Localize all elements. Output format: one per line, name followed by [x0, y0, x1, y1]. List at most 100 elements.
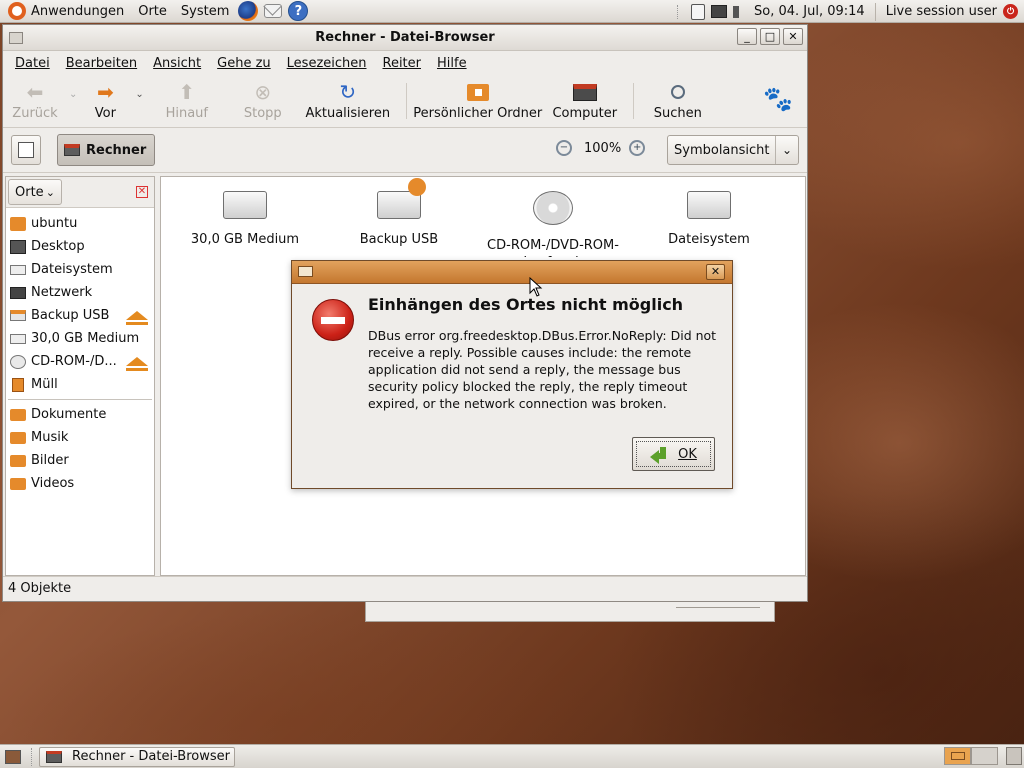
sidebar-item-label: Backup USB	[31, 308, 110, 323]
toggle-location-entry-button[interactable]	[11, 135, 41, 165]
computer-icon	[46, 750, 62, 763]
top-panel: Anwendungen Orte System ? So, 04. Jul, 0…	[0, 0, 1024, 23]
trash-applet-icon[interactable]	[1006, 747, 1022, 765]
menu-applications[interactable]: Anwendungen	[31, 0, 131, 23]
search-button[interactable]: Suchen	[640, 75, 716, 121]
eject-icon[interactable]	[126, 311, 148, 325]
menu-bearbeiten[interactable]: Bearbeiten	[66, 56, 137, 71]
minimize-button[interactable]: _	[737, 28, 757, 45]
sidebar-mode-select[interactable]: Orte ⌄	[8, 179, 62, 205]
sidebar-item-label: Dateisystem	[31, 262, 113, 277]
sidebar-item-desktop[interactable]: Desktop	[6, 235, 154, 258]
stop-label: Stopp	[243, 106, 282, 121]
sidebar-item-network[interactable]: Netzwerk	[6, 281, 154, 304]
computer-button[interactable]: Computer	[543, 75, 627, 121]
zoom-in-icon[interactable]: +	[629, 140, 646, 156]
sidebar-item-label: CD-ROM-/D...	[31, 354, 117, 369]
menu-hilfe[interactable]: Hilfe	[437, 56, 467, 71]
path-button-label: Rechner	[86, 142, 147, 158]
sidebar-header: Orte ⌄ ✕	[6, 177, 154, 208]
stop-button[interactable]: ⊗ Stopp	[230, 75, 296, 121]
back-label: Zurück	[12, 106, 58, 121]
forward-button[interactable]: ➡ Vor	[77, 75, 133, 121]
panel-separator	[677, 4, 682, 19]
eject-icon[interactable]	[126, 357, 148, 371]
dialog-titlebar[interactable]: ✕	[292, 261, 732, 284]
path-button-rechner[interactable]: Rechner	[57, 134, 156, 166]
clipboard-icon[interactable]	[691, 3, 705, 20]
error-dialog: ✕ Einhängen des Ortes nicht möglich DBus…	[291, 260, 733, 489]
folder-icon	[10, 431, 26, 444]
sidebar-item-videos[interactable]: Videos	[6, 472, 154, 495]
back-button[interactable]: ⬅ Zurück	[3, 75, 67, 121]
show-desktop-icon[interactable]	[5, 749, 21, 764]
home-button[interactable]: Persönlicher Ordner	[413, 75, 543, 121]
taskbar-item-file-browser[interactable]: Rechner - Datei-Browser	[39, 746, 235, 767]
zoom-out-icon[interactable]: −	[556, 140, 572, 156]
reload-button[interactable]: ↻ Aktualisieren	[296, 75, 400, 121]
workspace-2[interactable]	[971, 747, 998, 765]
file-icon-30gb-medium[interactable]: 30,0 GB Medium	[175, 177, 315, 248]
panel-separator	[31, 747, 33, 766]
ok-arrow-icon	[650, 445, 672, 464]
dialog-heading: Einhängen des Ortes nicht möglich	[368, 295, 684, 314]
forward-arrow-icon: ➡	[97, 80, 114, 104]
menu-ansicht[interactable]: Ansicht	[153, 56, 201, 71]
hard-drive-icon	[10, 333, 26, 344]
sidebar-item-pictures[interactable]: Bilder	[6, 449, 154, 472]
sidebar-item-documents[interactable]: Dokumente	[6, 403, 154, 426]
mail-icon[interactable]	[264, 4, 283, 18]
computer-label: Computer	[552, 106, 618, 121]
workspace-1[interactable]	[944, 747, 971, 765]
sidebar-item-music[interactable]: Musik	[6, 426, 154, 449]
sidebar: Orte ⌄ ✕ ubuntu Desktop Dateisystem Netz…	[5, 176, 155, 576]
sidebar-item-trash[interactable]: Müll	[6, 373, 154, 396]
sidebar-item-ubuntu[interactable]: ubuntu	[6, 212, 154, 235]
ok-button[interactable]: OK	[632, 437, 715, 471]
help-icon[interactable]: ?	[288, 1, 309, 21]
menu-lesezeichen[interactable]: Lesezeichen	[287, 56, 367, 71]
back-history-dropdown[interactable]: ⌄	[69, 75, 77, 100]
window-title: Rechner - Datei-Browser	[315, 30, 495, 45]
reload-label: Aktualisieren	[305, 106, 391, 121]
folder-icon	[10, 408, 26, 421]
menu-reiter[interactable]: Reiter	[383, 56, 422, 71]
hard-drive-icon	[687, 191, 731, 219]
sidebar-item-label: Bilder	[31, 453, 69, 468]
sidebar-item-30gb-medium[interactable]: 30,0 GB Medium	[6, 327, 154, 350]
window-titlebar[interactable]: Rechner - Datei-Browser _ □ ✕	[3, 25, 807, 51]
view-mode-select[interactable]: Symbolansicht ⌄	[667, 135, 799, 165]
dialog-close-button[interactable]: ✕	[706, 264, 725, 280]
zoom-level[interactable]: 100%	[584, 141, 621, 156]
chevron-down-icon: ⌄	[45, 185, 55, 199]
edit-icon	[18, 142, 34, 158]
sidebar-divider	[8, 399, 152, 400]
menu-system[interactable]: System	[174, 0, 236, 23]
clock[interactable]: So, 04. Jul, 09:14	[754, 4, 865, 19]
sidebar-item-backup-usb[interactable]: Backup USB	[6, 304, 154, 327]
user-menu[interactable]: Live session user	[886, 4, 997, 19]
menu-places[interactable]: Orte	[131, 0, 174, 23]
up-button[interactable]: ⬆ Hinauf	[144, 75, 230, 121]
network-icon[interactable]	[711, 5, 727, 18]
power-icon[interactable]: ⏻	[1003, 4, 1018, 19]
network-icon	[10, 286, 26, 299]
maximize-button[interactable]: □	[760, 28, 780, 45]
close-button[interactable]: ✕	[783, 28, 803, 45]
menu-datei[interactable]: Datei	[15, 56, 50, 71]
sidebar-close-icon[interactable]: ✕	[136, 186, 148, 198]
forward-history-dropdown[interactable]: ⌄	[135, 75, 143, 100]
sidebar-item-label: ubuntu	[31, 216, 78, 231]
menu-gehe-zu[interactable]: Gehe zu	[217, 56, 271, 71]
sidebar-item-cdrom[interactable]: CD-ROM-/D...	[6, 350, 154, 373]
home-label: Persönlicher Ordner	[413, 106, 543, 121]
file-icon-cdrom[interactable]: CD-ROM-/DVD-ROM-Laufwerk	[483, 177, 623, 257]
sidebar-item-filesystem[interactable]: Dateisystem	[6, 258, 154, 281]
file-icon-backup-usb[interactable]: Backup USB	[329, 177, 469, 248]
stop-icon: ⊗	[254, 80, 272, 104]
file-icon-filesystem[interactable]: Dateisystem	[639, 177, 779, 248]
ubuntu-logo-icon[interactable]	[8, 2, 26, 20]
volume-icon[interactable]	[733, 5, 747, 18]
ok-label: OK	[678, 446, 697, 462]
firefox-icon[interactable]	[238, 1, 259, 21]
